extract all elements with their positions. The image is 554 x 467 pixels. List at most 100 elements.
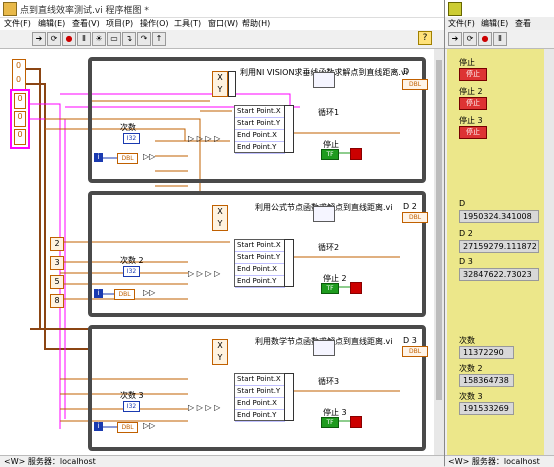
d2-value[interactable]: 27159279.111872	[459, 240, 539, 253]
loop-label-1: 循环1	[318, 108, 340, 117]
input-start-y-2: Start Point.Y	[235, 252, 285, 264]
subvi-inputs-1[interactable]: Start Point.X Start Point.Y End Point.X …	[234, 105, 286, 154]
subvi-icon-1[interactable]	[313, 72, 335, 88]
stop-terminal-1	[350, 148, 362, 160]
subvi-inputs-3[interactable]: Start Point.X Start Point.Y End Point.X …	[234, 373, 286, 422]
count-value-2[interactable]: 158364738	[459, 374, 514, 387]
diagram-canvas: 0 0 0 0 0 利用NI VISION求垂线函数求解点到直线距离.vi D …	[0, 49, 434, 455]
stop-terminal-3	[350, 416, 362, 428]
stop-label-fp-3: 停止 3	[459, 116, 483, 125]
indicator-label-d3: D 3	[403, 336, 417, 345]
retain-wire-icon[interactable]: ▭	[107, 32, 121, 46]
dbl-convert-3[interactable]: DBL	[117, 422, 138, 433]
menu-operate[interactable]: 操作(O)	[140, 18, 169, 29]
const-cluster-top[interactable]: 0 0	[12, 59, 26, 91]
status-bar: <W> 服务器：localhost	[0, 455, 444, 467]
fp-abort-icon[interactable]: ●	[478, 32, 492, 46]
xy-node-2[interactable]: X Y	[212, 205, 228, 231]
const-3[interactable]: 3	[50, 256, 64, 270]
menu-help[interactable]: 帮助(H)	[242, 18, 270, 29]
pause-icon[interactable]: Ⅱ	[77, 32, 91, 46]
multiply-icon-3[interactable]: ▷▷	[143, 421, 155, 430]
bundle-node-2	[284, 239, 294, 287]
input-start-y-3: Start Point.Y	[235, 386, 285, 398]
const-cluster-pink[interactable]: 0 0 0	[10, 89, 30, 149]
fp-vi-icon	[448, 2, 462, 16]
const-0-c: 0	[14, 93, 26, 109]
subvi-inputs-2[interactable]: Start Point.X Start Point.Y End Point.X …	[234, 239, 286, 288]
menu-tools[interactable]: 工具(T)	[174, 18, 201, 29]
i32-count-1[interactable]: I32	[123, 133, 140, 144]
run-arrow-icon[interactable]: ➔	[32, 32, 46, 46]
add-nodes-1[interactable]: ▷ ▷ ▷ ▷	[188, 134, 220, 143]
fp-menu-edit[interactable]: 编辑(E)	[481, 18, 508, 29]
iteration-terminal-2: i	[94, 289, 103, 298]
context-help-icon[interactable]: ?	[418, 31, 432, 45]
abort-icon[interactable]: ●	[62, 32, 76, 46]
step-into-icon[interactable]: ↴	[122, 32, 136, 46]
stop-label-fp-2: 停止 2	[459, 87, 483, 96]
xy-node-1[interactable]: X Y	[212, 71, 228, 97]
const-8[interactable]: 8	[50, 294, 64, 308]
run-continuous-icon[interactable]: ⟳	[47, 32, 61, 46]
stop-button-2[interactable]: 停止	[459, 97, 487, 110]
const-2[interactable]: 2	[50, 237, 64, 251]
xy-y-1: Y	[217, 85, 223, 94]
multiply-icon-2[interactable]: ▷▷	[143, 288, 155, 297]
add-nodes-3[interactable]: ▷ ▷ ▷ ▷	[188, 403, 220, 412]
loop-label-3: 循环3	[318, 377, 340, 386]
i32-count-2[interactable]: I32	[123, 266, 140, 277]
fp-run-arrow-icon[interactable]: ➔	[448, 32, 462, 46]
window-title: 点到直线效率测试.vi 程序框图 *	[20, 6, 149, 16]
menu-edit[interactable]: 编辑(E)	[38, 18, 65, 29]
input-end-y-2: End Point.Y	[235, 276, 285, 288]
add-nodes-2[interactable]: ▷ ▷ ▷ ▷	[188, 269, 220, 278]
d-value[interactable]: 1950324.341008	[459, 210, 539, 223]
multiply-icon-1[interactable]: ▷▷	[143, 152, 155, 161]
count-value-3[interactable]: 191533269	[459, 402, 514, 415]
indicator-d3[interactable]: DBL	[402, 346, 428, 357]
step-out-icon[interactable]: ↑	[152, 32, 166, 46]
stop-button-1[interactable]: 停止	[459, 68, 487, 81]
fp-run-continuous-icon[interactable]: ⟳	[463, 32, 477, 46]
stop-tf-2[interactable]: TF	[321, 283, 339, 294]
fp-menu-file[interactable]: 文件(F)	[448, 18, 475, 29]
xy-x-2: X	[217, 207, 223, 216]
front-panel-window: 文件(F) 编辑(E) 查看 ➔ ⟳ ● Ⅱ 停止 停止 停止 2 停止 停止 …	[445, 0, 554, 467]
input-start-x-3: Start Point.X	[235, 374, 285, 386]
xy-y-3: Y	[217, 353, 223, 362]
block-diagram-window: 点到直线效率测试.vi 程序框图 * 文件(F) 编辑(E) 查看(V) 项目(…	[0, 0, 445, 467]
subvi-icon-3[interactable]	[313, 340, 335, 356]
subvi-icon-2[interactable]	[313, 206, 335, 222]
highlight-execution-icon[interactable]: ☀	[92, 32, 106, 46]
fp-menu-view[interactable]: 查看	[515, 18, 531, 29]
fp-vertical-scrollbar[interactable]	[544, 49, 554, 455]
stop-button-3[interactable]: 停止	[459, 126, 487, 139]
menu-window[interactable]: 窗口(W)	[208, 18, 238, 29]
menu-view[interactable]: 查看(V)	[72, 18, 100, 29]
i32-count-3[interactable]: I32	[123, 401, 140, 412]
d3-value[interactable]: 32847622.73023	[459, 268, 539, 281]
input-end-y-1: End Point.Y	[235, 142, 285, 154]
iteration-terminal-3: i	[94, 422, 103, 431]
indicator-d2[interactable]: DBL	[402, 212, 428, 223]
stop-tf-1[interactable]: TF	[321, 149, 339, 160]
xy-node-3[interactable]: X Y	[212, 339, 228, 365]
count-value-1[interactable]: 11372290	[459, 346, 514, 359]
dbl-convert-1[interactable]: DBL	[117, 153, 138, 164]
vertical-scroll-thumb[interactable]	[436, 60, 442, 400]
dbl-convert-2[interactable]: DBL	[114, 289, 135, 300]
iteration-terminal-1: i	[94, 153, 103, 162]
server-status: <W> 服务器：localhost	[4, 457, 96, 466]
const-5[interactable]: 5	[50, 275, 64, 289]
indicator-d[interactable]: DBL	[402, 79, 428, 90]
menu-project[interactable]: 项目(P)	[106, 18, 133, 29]
stop-terminal-2	[350, 282, 362, 294]
d3-label: D 3	[459, 257, 473, 266]
menu-file[interactable]: 文件(F)	[4, 18, 31, 29]
step-over-icon[interactable]: ↷	[137, 32, 151, 46]
input-end-x-3: End Point.X	[235, 398, 285, 410]
stop-tf-3[interactable]: TF	[321, 417, 339, 428]
fp-pause-icon[interactable]: Ⅱ	[493, 32, 507, 46]
count-label-1: 次数	[120, 123, 136, 132]
